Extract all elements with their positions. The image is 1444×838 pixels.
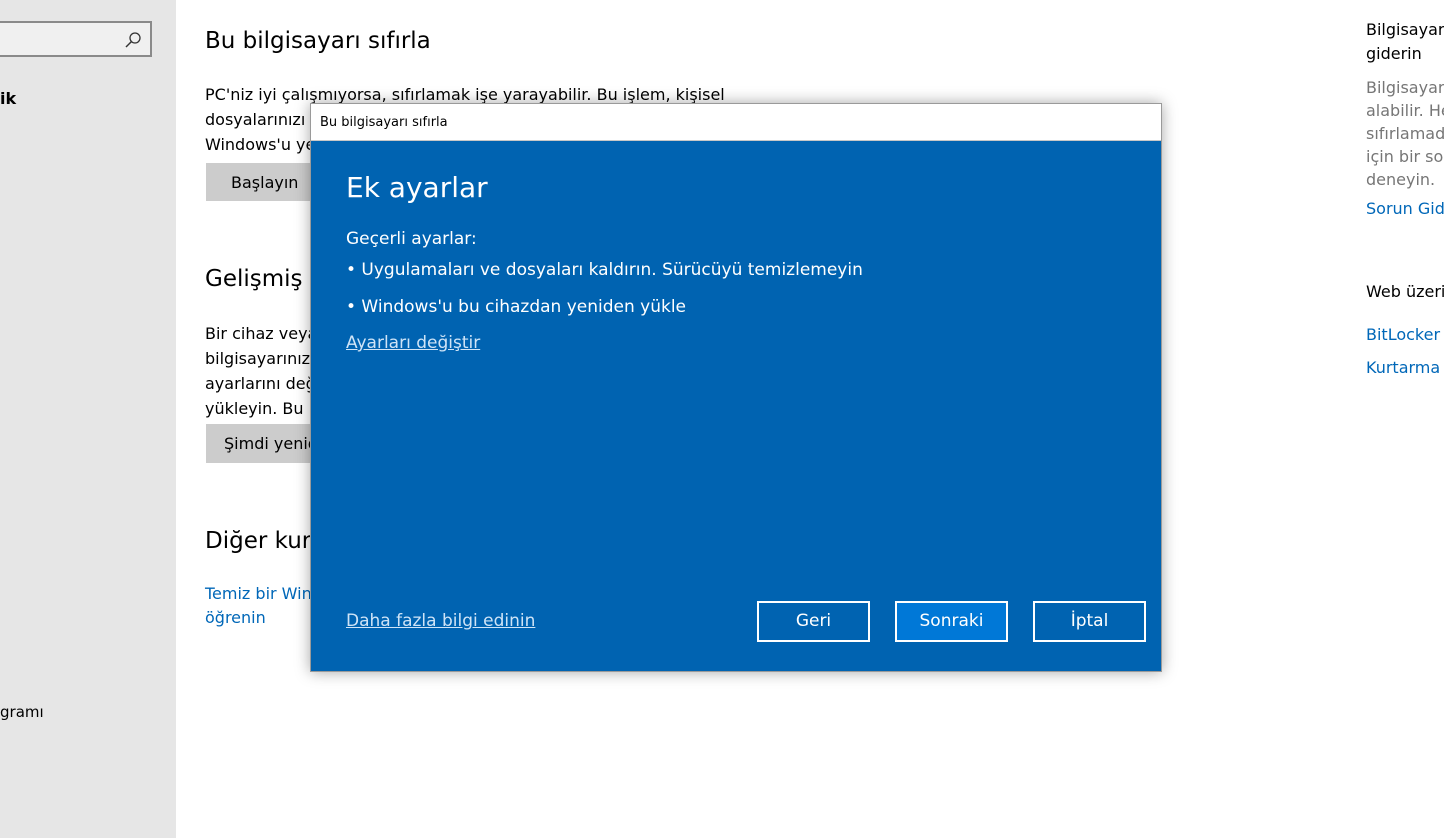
back-button[interactable]: Geri — [757, 601, 870, 642]
advanced-description: Bir cihaz veya bilgisayarınızı ayarların… — [205, 321, 322, 421]
advanced-desc-line: yükleyin. Bu iş — [205, 399, 322, 418]
current-settings-label: Geçerli ayarlar: — [346, 229, 477, 249]
help-title-line: Bilgisayarı — [1366, 20, 1444, 39]
learn-more-link[interactable]: Daha fazla bilgi edinin — [346, 611, 535, 631]
left-nav-pane: ik gramı — [0, 0, 176, 838]
related-settings-column: Bilgisayarı giderin Bilgisayarı alabilir… — [1366, 18, 1444, 377]
restart-now-button[interactable]: Şimdi yenid — [206, 424, 316, 463]
clean-install-link-line[interactable]: öğrenin — [205, 606, 315, 630]
advanced-section: Gelişmiş b — [205, 266, 324, 292]
advanced-desc-line: ayarlarını değ — [205, 374, 316, 393]
nav-item-partial-bottom[interactable]: gramı — [0, 703, 44, 721]
dialog-titlebar[interactable]: Bu bilgisayarı sıfırla — [311, 104, 1161, 141]
help-title-line: giderin — [1366, 44, 1422, 63]
help-desc-line: Bilgisayarı — [1366, 78, 1444, 97]
change-settings-link[interactable]: Ayarları değiştir — [346, 333, 480, 353]
other-recovery-title: Diğer kurt — [205, 528, 321, 554]
dialog-body: Ek ayarlar Geçerli ayarlar: • Uygulamala… — [311, 141, 1161, 671]
troubleshoot-link[interactable]: Sorun Gide — [1366, 199, 1444, 218]
help-desc-line: alabilir. He — [1366, 101, 1444, 120]
clean-install-link-line[interactable]: Temiz bir Win — [205, 582, 315, 606]
clean-install-link[interactable]: Temiz bir Win öğrenin — [205, 582, 315, 630]
advanced-desc-line: Bir cihaz veya — [205, 324, 318, 343]
reset-section-title: Bu bilgisayarı sıfırla — [205, 28, 431, 54]
reset-section: Bu bilgisayarı sıfırla — [205, 28, 431, 54]
setting-item: • Windows'u bu cihazdan yeniden yükle — [346, 297, 687, 317]
nav-item-partial-top[interactable]: ik — [0, 89, 16, 108]
search-icon[interactable] — [124, 31, 142, 49]
help-desc-line: sıfırlamada — [1366, 124, 1444, 143]
reset-pc-dialog: Bu bilgisayarı sıfırla Ek ayarlar Geçerl… — [310, 103, 1162, 672]
bitlocker-link[interactable]: BitLocker I — [1366, 325, 1444, 344]
advanced-section-title: Gelişmiş b — [205, 266, 325, 292]
other-recovery-section: Diğer kurt — [205, 528, 320, 554]
cancel-button[interactable]: İptal — [1033, 601, 1146, 642]
web-help-heading: Web üzeri — [1366, 282, 1444, 301]
advanced-desc-line: bilgisayarınızı — [205, 349, 315, 368]
recovery-link[interactable]: Kurtarma s — [1366, 358, 1444, 377]
help-desc-line: deneyin. — [1366, 170, 1436, 189]
help-desc-line: için bir sor — [1366, 147, 1444, 166]
dialog-heading: Ek ayarlar — [346, 171, 488, 204]
setting-item: • Uygulamaları ve dosyaları kaldırın. Sü… — [346, 260, 863, 280]
search-input[interactable] — [0, 21, 152, 57]
get-started-button[interactable]: Başlayın — [206, 163, 316, 201]
next-button[interactable]: Sonraki — [895, 601, 1008, 642]
